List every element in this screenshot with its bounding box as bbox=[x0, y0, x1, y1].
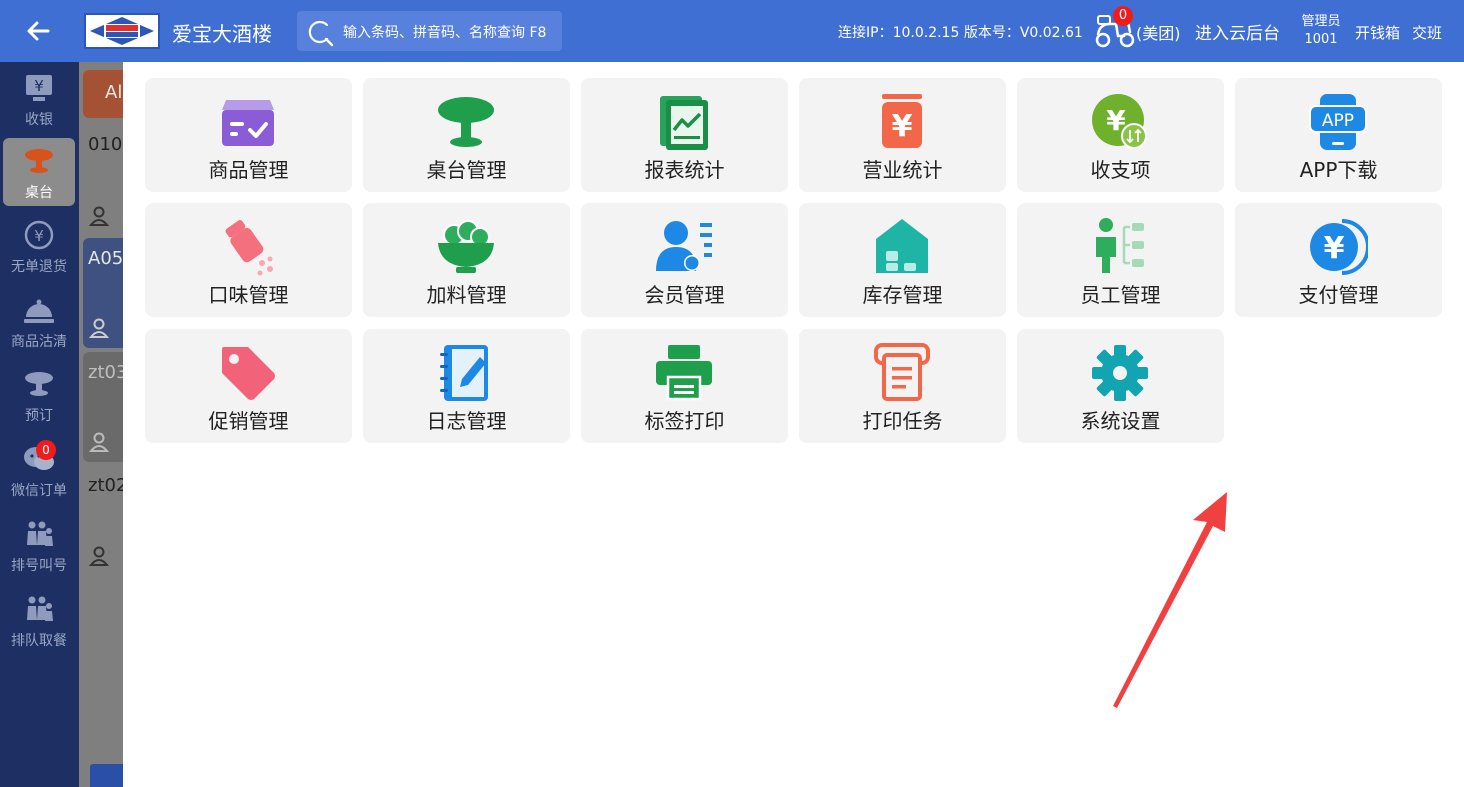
goods-box-icon bbox=[222, 100, 274, 146]
tile-print-task[interactable]: 打印任务 bbox=[799, 329, 1006, 443]
tile-log-management[interactable]: 日志管理 bbox=[363, 329, 570, 443]
connection-info: 连接IP：10.0.2.15 版本号：V0.02.61 bbox=[838, 25, 1083, 41]
top-header: 爱宝大酒楼 输入条码、拼音码、名称查询 F8 连接IP：10.0.2.15 版本… bbox=[0, 0, 1464, 62]
search-input[interactable]: 输入条码、拼音码、名称查询 F8 bbox=[297, 11, 562, 51]
app-download-icon: APP bbox=[1309, 94, 1367, 150]
open-cash-box-button[interactable]: 开钱箱 bbox=[1355, 22, 1400, 43]
store-logo bbox=[84, 13, 160, 49]
tile-topping-management[interactable]: 加料管理 bbox=[363, 203, 570, 317]
flavor-shaker-icon bbox=[225, 220, 273, 276]
table-label: zt02 bbox=[88, 475, 123, 496]
back-arrow-icon[interactable] bbox=[22, 16, 54, 46]
topping-bowl-icon bbox=[438, 220, 494, 273]
income-expense-icon: ¥ bbox=[1092, 94, 1147, 149]
settings-gear-icon bbox=[1092, 345, 1148, 401]
tile-app-download[interactable]: APP APP下载 bbox=[1235, 78, 1442, 192]
logo-diamond-icon bbox=[90, 17, 154, 45]
staff-icon bbox=[1096, 218, 1144, 273]
function-panel: 商品管理 桌台管理 报表统计 ¥ 营业统计 ¥ 收支项 APP APP下载 口味… bbox=[123, 62, 1464, 787]
business-stat-icon: ¥ bbox=[882, 94, 922, 148]
table-card[interactable]: Al bbox=[83, 70, 123, 118]
svg-text:¥: ¥ bbox=[892, 109, 913, 144]
admin-id: 1001 bbox=[1304, 32, 1338, 47]
tile-business-statistics[interactable]: ¥ 营业统计 bbox=[799, 78, 1006, 192]
promotion-tag-icon bbox=[222, 347, 275, 400]
cashier-icon: ¥ bbox=[26, 75, 52, 101]
sidebar-item-soldout[interactable]: 商品沽清 bbox=[3, 287, 75, 355]
report-chart-icon bbox=[660, 96, 708, 150]
tile-member-management[interactable]: 会员管理 bbox=[581, 203, 788, 317]
tile-table-management[interactable]: 桌台管理 bbox=[363, 78, 570, 192]
store-name: 爱宝大酒楼 bbox=[172, 22, 272, 46]
tile-system-settings[interactable]: 系统设置 bbox=[1017, 329, 1224, 443]
admin-info: 管理员 1001 bbox=[1297, 13, 1345, 49]
delivery-badge: 0 bbox=[1113, 6, 1133, 26]
refund-icon: ¥ bbox=[24, 220, 54, 250]
table-grid-background: Al 010 A05 zt03 zt02 bbox=[79, 62, 123, 787]
label-printer-icon bbox=[656, 345, 712, 401]
tile-flavor-management[interactable]: 口味管理 bbox=[145, 203, 352, 317]
queue-pickup-icon bbox=[27, 596, 53, 621]
svg-text:¥: ¥ bbox=[34, 227, 44, 245]
log-notebook-icon bbox=[440, 345, 488, 401]
member-icon bbox=[656, 221, 712, 271]
shift-handover-button[interactable]: 交班 bbox=[1412, 22, 1442, 43]
table-card[interactable]: A05 bbox=[83, 238, 123, 348]
admin-role: 管理员 bbox=[1301, 14, 1341, 29]
warehouse-icon bbox=[876, 219, 928, 273]
sidebar-item-queue-call[interactable]: 排号叫号 bbox=[3, 511, 75, 579]
search-icon bbox=[308, 20, 334, 47]
tile-inventory-management[interactable]: 库存管理 bbox=[799, 203, 1006, 317]
cloud-backend-link[interactable]: 进入云后台 bbox=[1195, 19, 1280, 44]
soldout-icon bbox=[24, 299, 54, 323]
payment-icon: ¥ bbox=[1310, 219, 1368, 275]
search-placeholder: 输入条码、拼音码、名称查询 F8 bbox=[343, 25, 547, 41]
tile-goods-management[interactable]: 商品管理 bbox=[145, 78, 352, 192]
sidebar-item-refund[interactable]: ¥ 无单退货 bbox=[3, 212, 75, 280]
sidebar-item-cashier[interactable]: ¥ 收银 bbox=[3, 65, 75, 133]
queue-call-icon bbox=[27, 521, 53, 546]
reservation-icon bbox=[25, 372, 53, 396]
annotation-arrow bbox=[1113, 492, 1227, 708]
tile-payment-management[interactable]: ¥ 支付管理 bbox=[1235, 203, 1442, 317]
sidebar: ¥ 收银 桌台 ¥ 无单退货 商品沽清 预订 0 微信订单 排号叫号 排队取餐 bbox=[0, 62, 79, 787]
sidebar-item-wechat-order[interactable]: 0 微信订单 bbox=[3, 436, 75, 504]
wechat-order-badge: 0 bbox=[36, 440, 56, 460]
meituan-label: (美团) bbox=[1136, 24, 1181, 43]
print-task-icon bbox=[874, 343, 930, 401]
tile-label-printing[interactable]: 标签打印 bbox=[581, 329, 788, 443]
guest-icon bbox=[89, 318, 109, 338]
sidebar-item-queue-pickup[interactable]: 排队取餐 bbox=[3, 586, 75, 654]
table-label: 010 bbox=[88, 134, 123, 155]
guest-icon bbox=[89, 546, 109, 566]
guest-icon bbox=[89, 206, 109, 226]
svg-text:¥: ¥ bbox=[34, 77, 44, 95]
sidebar-item-reservation[interactable]: 预订 bbox=[3, 361, 75, 429]
table-card[interactable]: zt03 bbox=[83, 352, 123, 462]
tile-income-expense[interactable]: ¥ 收支项 bbox=[1017, 78, 1224, 192]
table-manage-icon bbox=[438, 97, 494, 147]
bottom-button[interactable] bbox=[90, 764, 123, 787]
svg-text:¥: ¥ bbox=[1324, 231, 1345, 266]
sidebar-item-table[interactable]: 桌台 bbox=[3, 138, 75, 206]
guest-icon bbox=[89, 432, 109, 452]
tile-report-statistics[interactable]: 报表统计 bbox=[581, 78, 788, 192]
svg-text:APP: APP bbox=[1322, 111, 1354, 131]
tile-staff-management[interactable]: 员工管理 bbox=[1017, 203, 1224, 317]
table-icon bbox=[25, 149, 53, 173]
tile-promotion-management[interactable]: 促销管理 bbox=[145, 329, 352, 443]
